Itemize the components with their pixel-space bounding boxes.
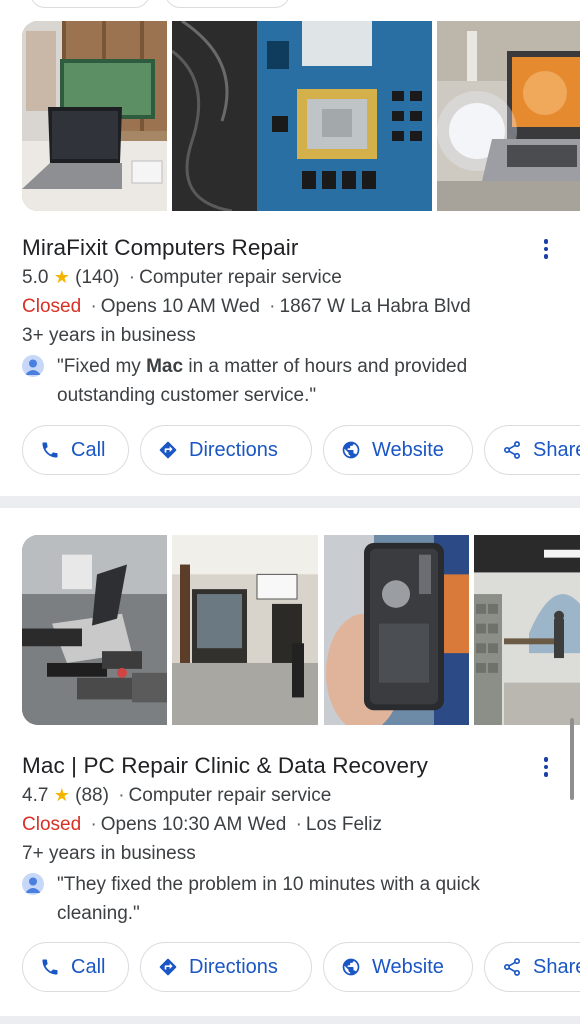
share-button[interactable]: Share <box>484 425 580 475</box>
status-closed: Closed <box>22 814 82 835</box>
photo-workbench[interactable] <box>22 535 167 725</box>
separator: · <box>90 296 97 317</box>
scrollbar-thumb[interactable] <box>570 718 574 800</box>
years-in-business: 7+ years in business <box>22 843 196 864</box>
result-card-mac-pc-repair[interactable]: Mac | PC Repair Clinic & Data Recovery 4… <box>0 508 580 1016</box>
review-count[interactable]: (88) <box>75 785 109 806</box>
more-vertical-icon[interactable] <box>534 754 558 780</box>
status-closed: Closed <box>22 296 82 317</box>
rating-value: 4.7 <box>22 785 49 806</box>
result-card-mirafixit[interactable]: MiraFixit Computers Repair 5.0 ★ (140) ·… <box>0 0 580 496</box>
photo-storefront[interactable] <box>172 535 318 725</box>
separator: · <box>118 785 125 806</box>
action-buttons: Call Directions Website Share <box>22 425 580 475</box>
user-avatar-icon <box>22 355 44 377</box>
photo-phone-back[interactable] <box>324 535 469 725</box>
years-in-business: 3+ years in business <box>22 325 196 346</box>
business-name[interactable]: Mac | PC Repair Clinic & Data Recovery <box>22 753 428 779</box>
opening-hours: Opens 10 AM Wed <box>100 296 260 317</box>
hours-line: Closed · Opens 10:30 AM Wed · Los Feliz <box>22 814 382 836</box>
call-button[interactable]: Call <box>22 942 129 992</box>
more-vertical-icon[interactable] <box>534 236 558 262</box>
hours-line: Closed · Opens 10 AM Wed · 1867 W La Habra… <box>22 296 471 318</box>
globe-icon <box>340 956 362 978</box>
share-button[interactable]: Share <box>484 942 580 992</box>
directions-button[interactable]: Directions <box>140 425 312 475</box>
separator: · <box>295 814 302 835</box>
card-divider <box>0 1016 580 1024</box>
photo-macbook-bench[interactable] <box>437 21 580 211</box>
category: Computer repair service <box>128 785 332 806</box>
neighborhood: Los Feliz <box>305 814 382 835</box>
phone-icon <box>39 956 61 978</box>
directions-icon <box>157 439 179 461</box>
review-count[interactable]: (140) <box>75 267 119 288</box>
user-avatar-icon <box>22 873 44 895</box>
card-divider <box>0 496 580 508</box>
share-icon <box>501 956 523 978</box>
rating-line: 5.0 ★ (140) · Computer repair service <box>22 267 342 289</box>
photo-shop-interior[interactable] <box>474 535 580 725</box>
separator: · <box>90 814 97 835</box>
rating-line: 4.7 ★ (88) · Computer repair service <box>22 785 331 807</box>
separator: · <box>269 296 276 317</box>
photo-strip[interactable] <box>22 21 580 211</box>
rating-value: 5.0 <box>22 267 49 288</box>
call-button[interactable]: Call <box>22 425 129 475</box>
share-icon <box>501 439 523 461</box>
directions-icon <box>157 956 179 978</box>
star-icon: ★ <box>53 785 70 805</box>
photo-strip[interactable] <box>22 535 580 725</box>
opening-hours: Opens 10:30 AM Wed <box>100 814 287 835</box>
phone-icon <box>39 439 61 461</box>
star-icon: ★ <box>53 267 70 287</box>
separator: · <box>128 267 136 288</box>
photo-laptop-store[interactable] <box>22 21 167 211</box>
website-button[interactable]: Website <box>323 942 473 992</box>
business-name[interactable]: MiraFixit Computers Repair <box>22 235 298 261</box>
directions-button[interactable]: Directions <box>140 942 312 992</box>
review-text: "Fixed my Mac in a matter of hours and p… <box>57 356 468 406</box>
globe-icon <box>340 439 362 461</box>
action-buttons: Call Directions Website Share <box>22 942 580 992</box>
website-button[interactable]: Website <box>323 425 473 475</box>
photo-motherboard[interactable] <box>172 21 432 211</box>
category: Computer repair service <box>139 267 342 288</box>
address: 1867 W La Habra Blvd <box>279 296 471 317</box>
review-text: "They fixed the problem in 10 minutes wi… <box>57 874 480 924</box>
